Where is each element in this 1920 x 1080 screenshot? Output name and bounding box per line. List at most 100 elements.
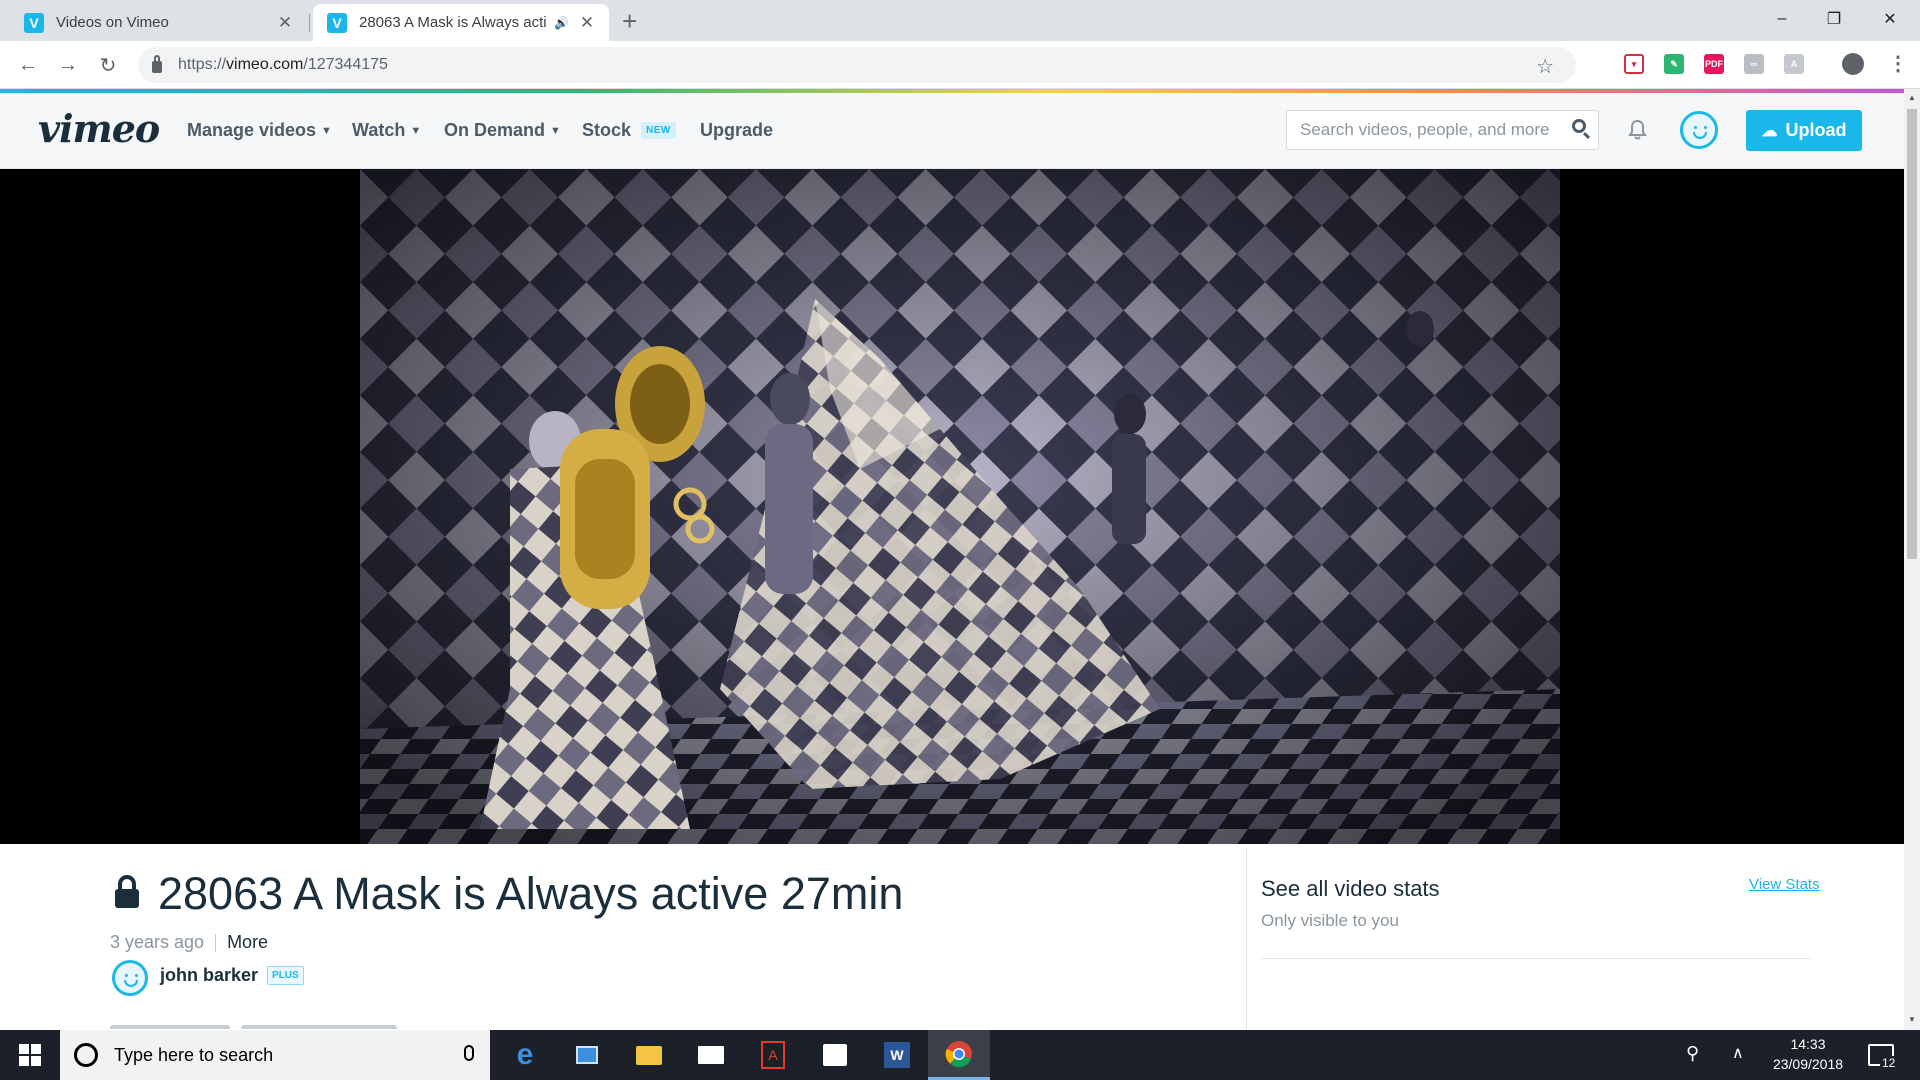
browser-tab-strip: V Videos on Vimeo ✕ V 28063 A Mask is Al… bbox=[0, 0, 1920, 41]
evernote-icon[interactable]: ✎ bbox=[1664, 54, 1684, 74]
page-scrollbar[interactable]: ▲ ▼ bbox=[1904, 89, 1920, 1030]
people-icon[interactable]: ⚲ bbox=[1686, 1043, 1699, 1064]
chevron-up-icon[interactable]: ∧ bbox=[1732, 1043, 1744, 1063]
nav-stock[interactable]: Stock NEW bbox=[582, 120, 676, 141]
vimeo-favicon-icon: V bbox=[327, 12, 347, 33]
forward-arrow-icon[interactable]: → bbox=[54, 51, 82, 79]
action-button-partial[interactable] bbox=[110, 1025, 230, 1029]
sidebar-divider bbox=[1246, 848, 1247, 1033]
browser-tab-videos[interactable]: V Videos on Vimeo ✕ bbox=[10, 4, 307, 41]
chevron-down-icon: ▼ bbox=[321, 124, 332, 137]
nav-label: Upgrade bbox=[700, 120, 774, 140]
chrome-logo-icon bbox=[945, 1040, 972, 1067]
chrome-icon[interactable] bbox=[928, 1030, 990, 1080]
video-title: 28063 A Mask is Always active 27min bbox=[158, 868, 904, 919]
tab-divider bbox=[309, 14, 310, 32]
cortana-icon[interactable] bbox=[74, 1043, 98, 1067]
stats-subtitle: Only visible to you bbox=[1261, 911, 1399, 930]
taskbar-search bbox=[60, 1030, 490, 1080]
video-player[interactable] bbox=[0, 169, 1904, 844]
microphone-icon[interactable] bbox=[464, 1045, 474, 1061]
acrobat-icon[interactable]: A bbox=[742, 1030, 804, 1080]
owner-avatar[interactable] bbox=[112, 960, 148, 996]
windows-logo-icon bbox=[19, 1044, 41, 1066]
video-still-image bbox=[360, 169, 1560, 844]
clock[interactable]: 14:33 23/09/2018 bbox=[1768, 1036, 1848, 1072]
url-domain: vimeo.com bbox=[226, 56, 304, 73]
search-input[interactable] bbox=[1300, 120, 1560, 140]
edge-icon[interactable]: e bbox=[494, 1030, 556, 1080]
new-badge: NEW bbox=[641, 122, 676, 139]
taskbar-search-input[interactable] bbox=[114, 1044, 454, 1066]
nav-label: Stock bbox=[582, 120, 632, 140]
clock-time: 14:33 bbox=[1790, 1036, 1826, 1052]
user-avatar[interactable] bbox=[1680, 111, 1718, 149]
start-button[interactable] bbox=[0, 1030, 60, 1080]
speaker-icon[interactable]: 🔊 bbox=[554, 16, 569, 30]
notification-count: 12 bbox=[1880, 1056, 1898, 1070]
address-bar[interactable]: https://vimeo.com/127344175 ☆ bbox=[138, 47, 1576, 83]
nav-watch[interactable]: Watch ▼ bbox=[352, 120, 421, 141]
nav-label: On Demand bbox=[444, 120, 546, 140]
close-tab-icon[interactable]: ✕ bbox=[577, 13, 597, 33]
scroll-down-icon[interactable]: ▼ bbox=[1908, 1015, 1916, 1024]
action-button-partial[interactable] bbox=[241, 1025, 397, 1029]
url-text[interactable]: https://vimeo.com/127344175 bbox=[178, 56, 388, 74]
browser-tab-current[interactable]: V 28063 A Mask is Always activ 🔊 ✕ bbox=[313, 4, 609, 41]
vimeo-search bbox=[1286, 110, 1599, 150]
vimeo-header: vimeo Manage videos ▼ Watch ▼ On Demand ▼ S… bbox=[0, 93, 1904, 169]
scroll-up-icon[interactable]: ▲ bbox=[1908, 93, 1916, 102]
pocket-icon[interactable]: ▾ bbox=[1624, 54, 1644, 74]
chrome-menu-icon[interactable]: ⋮ bbox=[1888, 51, 1908, 76]
owner-name[interactable]: john barker bbox=[160, 965, 258, 986]
upload-button[interactable]: ☁ Upload bbox=[1746, 110, 1862, 151]
vimeo-favicon-icon: V bbox=[24, 12, 44, 33]
upload-label: Upload bbox=[1785, 120, 1847, 140]
minimize-button[interactable]: – bbox=[1754, 0, 1810, 38]
mail-icon[interactable] bbox=[680, 1030, 742, 1080]
word-icon[interactable]: W bbox=[866, 1030, 928, 1080]
video-meta: 3 years ago More bbox=[110, 932, 268, 953]
video-frame[interactable] bbox=[360, 169, 1560, 844]
nav-on-demand[interactable]: On Demand ▼ bbox=[444, 120, 561, 141]
close-tab-icon[interactable]: ✕ bbox=[275, 13, 295, 33]
back-arrow-icon[interactable]: ← bbox=[14, 51, 42, 79]
search-icon[interactable] bbox=[1572, 119, 1586, 133]
cloud-upload-icon: ☁ bbox=[1761, 122, 1778, 140]
secure-lock-icon bbox=[152, 55, 162, 73]
stats-title: See all video stats bbox=[1261, 876, 1440, 901]
profile-icon[interactable] bbox=[1842, 53, 1864, 75]
nav-label: Manage videos bbox=[187, 120, 317, 140]
view-stats-link[interactable]: View Stats bbox=[1749, 876, 1820, 893]
close-window-button[interactable]: ✕ bbox=[1862, 0, 1918, 38]
private-lock-icon bbox=[115, 875, 139, 908]
vimeo-logo[interactable]: vimeo bbox=[38, 106, 160, 151]
video-owner: john barker PLUS bbox=[110, 960, 304, 996]
nav-upgrade[interactable]: Upgrade bbox=[700, 120, 773, 141]
windows-taskbar: e A W ⚲ ∧ 14:33 23/09/2018 12 bbox=[0, 1030, 1920, 1080]
nav-label: Watch bbox=[352, 120, 406, 140]
upload-age: 3 years ago bbox=[110, 932, 205, 952]
plus-badge: PLUS bbox=[267, 966, 304, 985]
reload-icon[interactable]: ↻ bbox=[94, 51, 122, 79]
maximize-button[interactable]: ❐ bbox=[1806, 0, 1862, 38]
store-icon[interactable] bbox=[804, 1030, 866, 1080]
notification-bell-icon[interactable] bbox=[1628, 119, 1647, 141]
more-link[interactable]: More bbox=[227, 932, 268, 953]
new-tab-button[interactable]: + bbox=[622, 6, 637, 37]
folder-icon[interactable] bbox=[618, 1030, 680, 1080]
nav-manage-videos[interactable]: Manage videos ▼ bbox=[187, 120, 332, 141]
acrobat-icon[interactable]: A bbox=[1784, 54, 1804, 74]
chevron-down-icon: ▼ bbox=[550, 124, 561, 137]
file-explorer-icon[interactable] bbox=[556, 1030, 618, 1080]
url-scheme: https:// bbox=[178, 56, 227, 73]
chevron-down-icon: ▼ bbox=[410, 124, 422, 137]
tab-title: Videos on Vimeo bbox=[56, 14, 169, 31]
url-path: /127344175 bbox=[303, 56, 388, 73]
scroll-thumb[interactable] bbox=[1907, 109, 1917, 559]
bookmark-star-icon[interactable]: ☆ bbox=[1536, 54, 1554, 79]
link-icon[interactable]: ∞ bbox=[1744, 54, 1764, 74]
stats-divider bbox=[1261, 958, 1810, 959]
pdf-icon[interactable]: PDF bbox=[1704, 54, 1724, 74]
tab-title: 28063 A Mask is Always activ bbox=[359, 14, 547, 31]
